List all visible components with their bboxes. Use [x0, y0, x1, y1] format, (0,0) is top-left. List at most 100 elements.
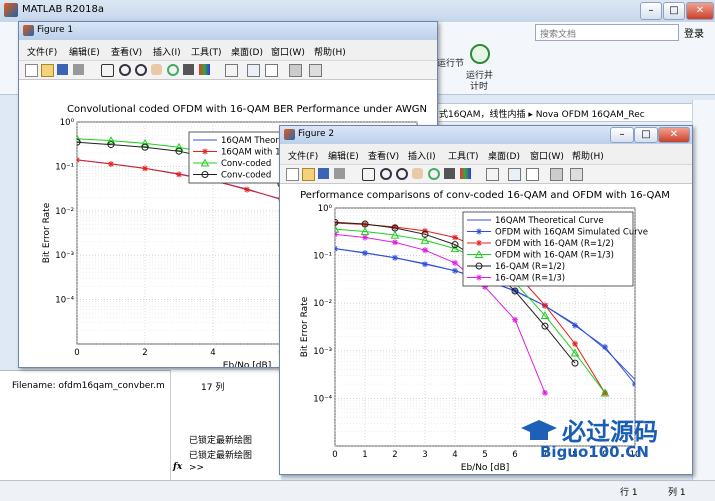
legend-entry: OFDM with 16-QAM (R=1/3) [495, 251, 614, 261]
y-tick-label: 10⁻³ [55, 251, 74, 261]
figure-1-menubar: 文件(F) 编辑(E) 查看(V) 插入(I) 工具(T) 桌面(D) 窗口(W… [19, 43, 437, 59]
star-marker [572, 340, 578, 347]
star-marker [512, 316, 518, 323]
run-and-time-icon[interactable] [470, 44, 490, 64]
menu-tools[interactable]: 工具(T) [448, 149, 479, 162]
y-tick-label: 10⁻² [55, 207, 74, 217]
star-marker [476, 228, 482, 235]
login-link[interactable]: 登录 [684, 25, 704, 40]
minimize-icon[interactable]: – [640, 2, 662, 20]
menu-edit[interactable]: 编辑(E) [328, 149, 359, 162]
close-icon[interactable]: ✕ [686, 2, 714, 20]
star-marker [202, 148, 208, 155]
zoom-out-icon[interactable] [135, 64, 147, 76]
figure-1-toolbar [19, 60, 437, 80]
menu-view[interactable]: 查看(V) [368, 149, 399, 162]
legend-icon[interactable] [265, 64, 278, 77]
run-section-label[interactable]: 运行节 [437, 56, 464, 69]
rotate-icon[interactable] [428, 168, 440, 180]
legend-entry: 16-QAM (R=1/3) [495, 274, 565, 284]
menu-desktop[interactable]: 桌面(D) [488, 149, 520, 162]
right-panel [692, 100, 715, 480]
menu-insert[interactable]: 插入(I) [153, 45, 181, 58]
rotate-icon[interactable] [167, 64, 179, 76]
x-tick-label: 6 [512, 450, 517, 460]
x-axis-label: Eb/No [dB] [223, 361, 271, 367]
colorbar-icon[interactable] [247, 64, 260, 77]
pointer-icon[interactable] [101, 64, 114, 77]
link-plot-icon[interactable] [225, 64, 238, 77]
matlab-title-bar: MATLAB R2018a – □ ✕ [0, 0, 715, 23]
colorbar-icon[interactable] [508, 168, 521, 181]
star-marker [392, 254, 398, 261]
menu-view[interactable]: 查看(V) [111, 45, 142, 58]
zoom-out-icon[interactable] [396, 168, 408, 180]
show-tools-icon[interactable] [309, 64, 322, 77]
menu-desktop[interactable]: 桌面(D) [231, 45, 263, 58]
star-marker [476, 274, 482, 281]
minimize-icon[interactable]: – [610, 127, 634, 143]
star-marker [542, 302, 548, 309]
menu-help[interactable]: 帮助(H) [572, 149, 604, 162]
print-icon[interactable] [334, 168, 345, 179]
path-bar[interactable]: 式16QAM，线性内插 ▸ Nova OFDM 16QAM_Rec [398, 103, 715, 122]
new-figure-icon[interactable] [286, 168, 299, 181]
star-marker [335, 231, 338, 238]
menu-window[interactable]: 窗口(W) [271, 45, 305, 58]
menu-insert[interactable]: 插入(I) [408, 149, 436, 162]
menu-file[interactable]: 文件(F) [27, 45, 57, 58]
legend-icon[interactable] [526, 168, 539, 181]
save-icon[interactable] [318, 168, 329, 179]
run-and-time-label-2[interactable]: 计时 [470, 79, 488, 92]
star-marker [392, 239, 398, 246]
legend-entry: Conv-coded [221, 159, 271, 169]
cmd-line-2: 已锁定最新绘图 [189, 451, 253, 461]
maximize-icon[interactable]: □ [663, 2, 685, 20]
figure-1-title-bar[interactable]: Figure 1 [19, 22, 437, 40]
pan-icon[interactable] [151, 64, 162, 75]
hide-tools-icon[interactable] [289, 64, 302, 77]
command-prompt[interactable]: >> [189, 463, 204, 473]
y-tick-label: 10⁻¹ [313, 252, 332, 262]
zoom-in-icon[interactable] [380, 168, 392, 180]
legend-entry: 16QAM Theoretical Curve [495, 216, 604, 226]
fx-icon: fx [173, 462, 183, 472]
new-figure-icon[interactable] [25, 64, 38, 77]
graduation-cap-icon [520, 418, 558, 444]
close-icon[interactable]: ✕ [658, 127, 690, 143]
pan-icon[interactable] [412, 168, 423, 179]
status-bar: 行 1 列 1 [0, 480, 715, 501]
data-cursor-icon[interactable] [183, 64, 194, 75]
hide-tools-icon[interactable] [550, 168, 563, 181]
zoom-in-icon[interactable] [119, 64, 131, 76]
open-icon[interactable] [302, 168, 315, 181]
star-marker [476, 240, 482, 246]
star-marker [452, 267, 458, 274]
menu-edit[interactable]: 编辑(E) [69, 45, 100, 58]
star-marker [244, 186, 250, 193]
save-icon[interactable] [57, 64, 68, 75]
figure-2-title-bar[interactable]: Figure 2 – □ ✕ [280, 126, 692, 144]
star-marker [422, 247, 428, 254]
status-col: 列 1 [668, 488, 686, 498]
maximize-icon[interactable]: □ [634, 127, 658, 143]
menu-help[interactable]: 帮助(H) [314, 45, 346, 58]
data-cursor-icon[interactable] [444, 168, 455, 179]
link-plot-icon[interactable] [486, 168, 499, 181]
pointer-icon[interactable] [362, 168, 375, 181]
star-marker [452, 259, 458, 266]
y-axis-label: Bit Error Rate [42, 202, 52, 263]
open-icon[interactable] [41, 64, 54, 77]
watermark-text-en: Biguo100.CN [540, 443, 649, 461]
brush-icon[interactable] [199, 64, 210, 75]
brush-icon[interactable] [460, 168, 471, 179]
command-window[interactable]: 17 列 已锁定最新绘图 已锁定最新绘图 fx >> [170, 370, 281, 480]
search-input[interactable]: 搜索文档 [535, 24, 679, 41]
menu-file[interactable]: 文件(F) [288, 149, 318, 162]
menu-window[interactable]: 窗口(W) [530, 149, 564, 162]
menu-tools[interactable]: 工具(T) [191, 45, 222, 58]
figure-2-title: Figure 2 [298, 129, 335, 139]
print-icon[interactable] [73, 64, 84, 75]
show-tools-icon[interactable] [570, 168, 583, 181]
cmd-col-text: 17 列 [201, 383, 225, 393]
